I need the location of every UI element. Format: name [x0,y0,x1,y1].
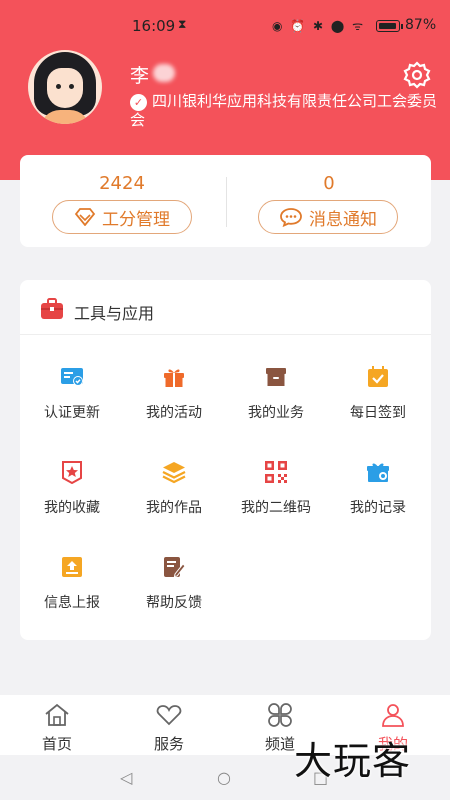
watermark-logo: 大玩客 [294,739,412,783]
nav-label: 首页 [41,735,72,753]
battery-fill [378,22,396,29]
grid-item-report-info[interactable]: 信息上报 [21,555,123,625]
grid-item-label: 我的业务 [248,405,304,421]
system-back-button[interactable]: ◁ [120,768,132,787]
notifications-count: 0 [323,173,335,194]
grid-item-label: 帮助反馈 [146,595,202,611]
hourglass-icon: ⧗ [178,17,187,31]
status-indicator-icons: ◉ ⏰ ✱ ⬤ ᯤ [272,19,366,33]
archive-box-icon [266,368,286,386]
notifications-label: 消息通知 [309,209,377,230]
grid-item-label: 每日签到 [350,405,406,421]
gift-icon [164,369,184,387]
id-card-icon [61,368,83,386]
system-home-button[interactable]: ○ [217,768,231,787]
grid-item-my-business[interactable]: 我的业务 [225,365,327,435]
user-icon [382,704,404,727]
battery-percent: 87% [405,17,437,33]
diamond-icon [74,208,96,226]
avatar-eye [69,84,74,89]
calendar-check-icon [368,366,388,387]
grid-item-my-works[interactable]: 我的作品 [123,460,225,530]
layers-icon [162,462,186,484]
star-badge-icon [62,461,82,484]
tools-card: 工具与应用 认证更新 我的活动 我的业务 每日签到 我的收藏 我的作品 我的二维… [20,280,431,640]
avatar[interactable] [28,50,102,124]
grid-item-label: 我的收藏 [44,500,100,516]
heart-icon [156,705,182,726]
gift-record-icon [367,463,389,482]
nav-item-services[interactable]: 服务 [129,701,209,753]
avatar-eye [56,84,61,89]
grid-item-help-feedback[interactable]: 帮助反馈 [123,555,225,625]
grid-item-my-records[interactable]: 我的记录 [327,460,429,530]
grid-item-label: 认证更新 [44,405,100,421]
avatar-face [47,68,83,108]
nav-label: 服务 [153,735,184,753]
toolbox-icon [41,298,63,319]
name-redaction-blur [153,64,175,82]
grid-item-label: 信息上报 [44,595,100,611]
settings-gear-icon[interactable] [402,60,432,90]
tools-divider [20,334,431,335]
organization-name: 四川银利华应用科技有限责任公司工会委员会 [130,92,438,129]
status-time: 16:09 [132,17,176,35]
grid-item-auth-update[interactable]: 认证更新 [21,365,123,435]
grid-item-my-favorites[interactable]: 我的收藏 [21,460,123,530]
battery-icon [376,20,403,32]
stats-card: 2424 工分管理 0 消息通知 [20,155,431,247]
status-bar: 16:09 ⧗ ◉ ⏰ ✱ ⬤ ᯤ 87% [0,0,450,44]
home-icon [45,703,69,726]
grid-item-label: 我的记录 [350,500,406,516]
upload-tray-icon [62,557,82,577]
grid-item-my-activities[interactable]: 我的活动 [123,365,225,435]
grid-item-my-qr-code[interactable]: 我的二维码 [225,460,327,530]
tools-title: 工具与应用 [74,304,155,323]
edit-note-icon [164,557,186,578]
stats-divider [226,177,227,227]
work-points-value: 2424 [99,173,145,194]
grid-item-daily-checkin[interactable]: 每日签到 [327,365,429,435]
grid-item-label: 我的二维码 [241,500,311,516]
work-points-button[interactable]: 工分管理 [52,200,192,234]
nav-item-home[interactable]: 首页 [17,701,97,753]
qr-code-icon [265,461,287,483]
user-name: 李 [130,65,150,87]
chat-bubble-icon [280,208,302,227]
work-points-label: 工分管理 [102,209,170,230]
grid-petal-icon [268,703,292,727]
notifications-button[interactable]: 消息通知 [258,200,398,234]
grid-item-label: 我的活动 [146,405,202,421]
grid-item-label: 我的作品 [146,500,202,516]
